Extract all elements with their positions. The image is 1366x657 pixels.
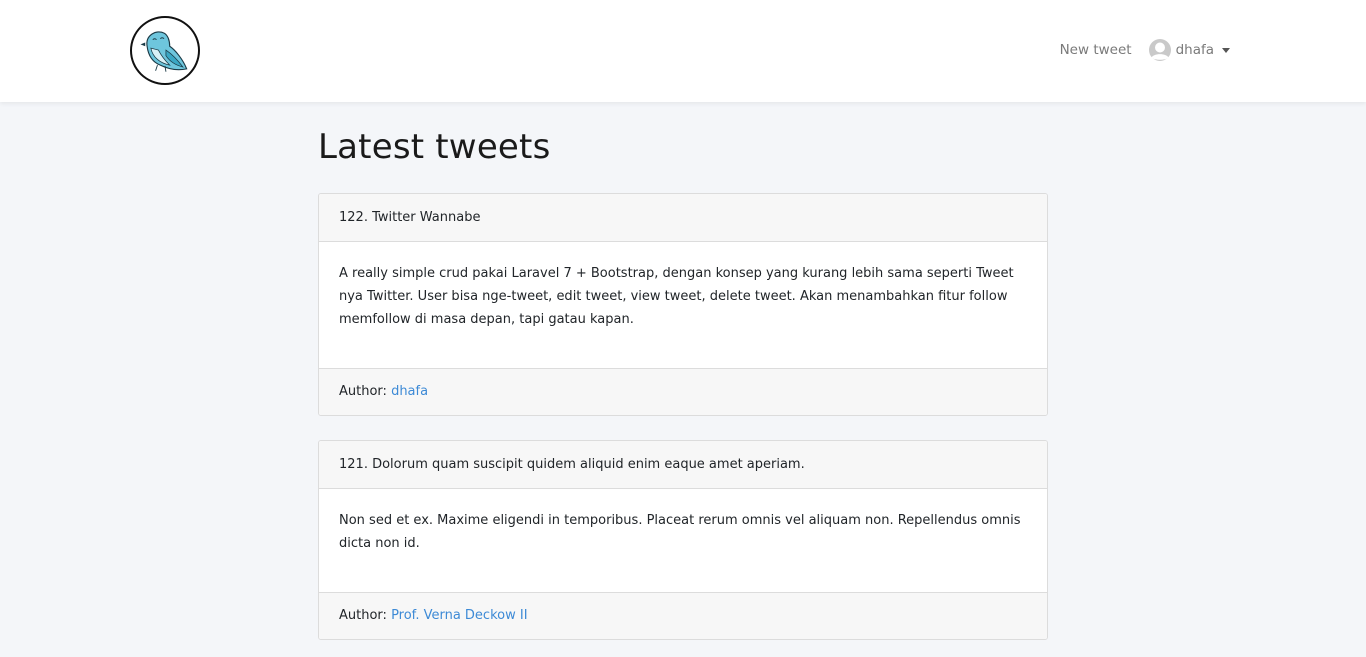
user-dropdown-toggle[interactable]: dhafa xyxy=(1148,38,1230,62)
bird-logo-icon[interactable] xyxy=(130,16,200,85)
page-title: Latest tweets xyxy=(318,127,551,167)
navbar: New tweet dhafa xyxy=(0,0,1366,102)
author-label: Author: xyxy=(339,384,392,399)
tweet-footer: Author: dhafa xyxy=(319,368,1047,415)
new-tweet-link[interactable]: New tweet xyxy=(1060,42,1132,58)
main-content: Latest tweets 122. Twitter Wannabe A rea… xyxy=(318,102,1048,640)
tweet-body: A really simple crud pakai Laravel 7 + B… xyxy=(339,266,1014,327)
username-label: dhafa xyxy=(1175,42,1214,58)
tweet-footer: Author: Prof. Verna Deckow II xyxy=(319,592,1047,639)
tweet-card: 122. Twitter Wannabe A really simple cru… xyxy=(318,193,1048,416)
tweet-body: Non sed et ex. Maxime eligendi in tempor… xyxy=(339,513,1021,551)
navbar-right: New tweet dhafa xyxy=(1060,38,1230,62)
caret-down-icon xyxy=(1222,48,1230,53)
tweet-header: 122. Twitter Wannabe xyxy=(319,194,1047,242)
author-label: Author: xyxy=(339,608,392,623)
author-link[interactable]: Prof. Verna Deckow II xyxy=(391,608,527,623)
tweet-header: 121. Dolorum quam suscipit quidem aliqui… xyxy=(319,441,1047,489)
user-avatar-icon xyxy=(1148,39,1171,61)
tweet-card: 121. Dolorum quam suscipit quidem aliqui… xyxy=(318,440,1048,640)
author-link[interactable]: dhafa xyxy=(391,384,428,399)
